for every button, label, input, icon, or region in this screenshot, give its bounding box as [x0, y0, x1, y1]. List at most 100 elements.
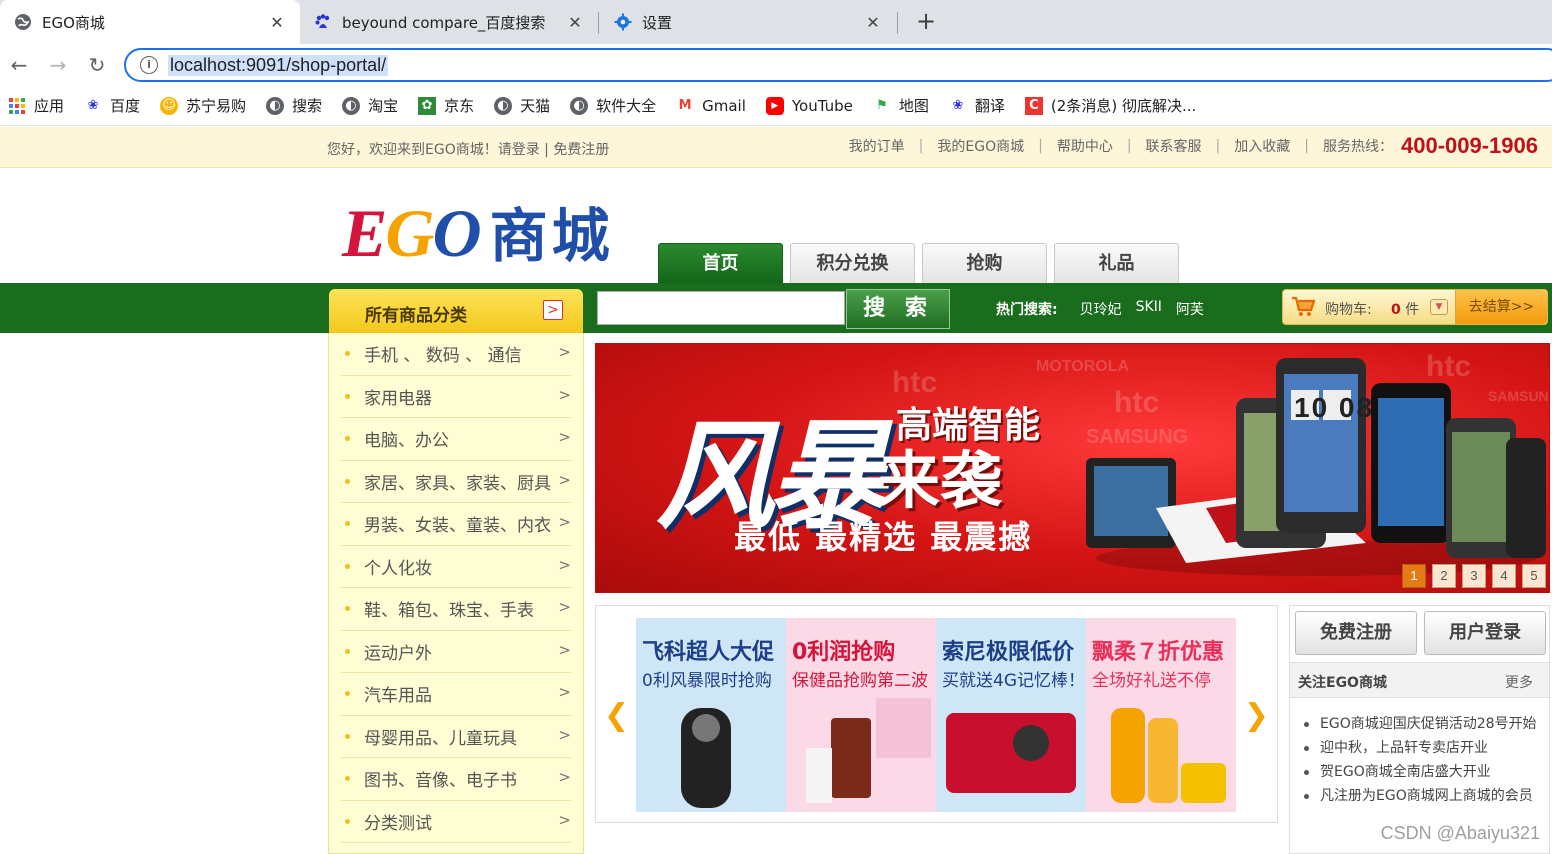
- category-item[interactable]: 母婴用品、儿童玩具 >: [341, 716, 571, 758]
- site-logo[interactable]: EGO 商城: [342, 189, 614, 273]
- promo-card[interactable]: 索尼极限低价 买就送4G记忆棒！: [936, 618, 1086, 812]
- chevron-right-icon[interactable]: ❯: [1244, 698, 1269, 733]
- banner-page-button[interactable]: 3: [1462, 564, 1486, 588]
- news-more-link[interactable]: 更多: [1505, 672, 1533, 692]
- banner-page-button[interactable]: 2: [1432, 564, 1456, 588]
- category-item[interactable]: 汽车用品 >: [341, 673, 571, 716]
- globe-icon: ◐: [266, 96, 285, 115]
- tab-ego-mall[interactable]: EGO商城 ✕: [0, 0, 300, 44]
- shopping-cart[interactable]: 购物车: 0 件 ▼ 去结算>>: [1282, 289, 1548, 325]
- welcome-login-register[interactable]: 您好，欢迎来到EGO商城！请登录 | 免费注册: [327, 139, 609, 159]
- news-item[interactable]: 贺EGO商城全南店盛大开业: [1302, 760, 1542, 784]
- bookmark-label: YouTube: [791, 96, 853, 115]
- bookmark-jd[interactable]: ✿ 京东: [418, 95, 474, 116]
- category-item[interactable]: 运动户外 >: [341, 631, 571, 673]
- news-item[interactable]: EGO商城迎国庆促销活动28号开始: [1302, 712, 1542, 736]
- address-bar[interactable]: i localhost:9091/shop-portal/: [124, 48, 1552, 82]
- tab-flash-sale[interactable]: 抢购: [922, 243, 1047, 283]
- bullet-dot-icon: [345, 606, 350, 612]
- promo-subtitle: 0利风暴限时抢购: [642, 671, 772, 691]
- bookmark-gmail[interactable]: M Gmail: [676, 97, 746, 115]
- category-label: 个人化妆: [364, 558, 432, 579]
- back-arrow-icon[interactable]: ←: [6, 52, 32, 78]
- bullet-dot-icon: [345, 351, 350, 357]
- category-item[interactable]: 家用电器 >: [341, 376, 571, 418]
- promo-card[interactable]: 飘柔７折优惠 全场好礼送不停: [1086, 618, 1236, 812]
- category-item[interactable]: 手机 、 数码 、 通信 >: [341, 333, 571, 376]
- bookmark-baidu[interactable]: ❀ 百度: [84, 95, 140, 116]
- category-item[interactable]: 电脑、办公 >: [341, 418, 571, 461]
- category-item[interactable]: 图书、音像、电子书 >: [341, 758, 571, 801]
- promo-card[interactable]: 0利润抢购 保健品抢购第二波: [786, 618, 936, 812]
- bookmark-tmall[interactable]: ◐ 天猫: [494, 95, 550, 116]
- tab-baidu-search[interactable]: beyound compare_百度搜索 ✕: [300, 0, 598, 44]
- hero-banner[interactable]: htc MOTOROLA htc SAMSUNG htc SAMSUNG 风暴 …: [595, 343, 1550, 593]
- forward-arrow-icon[interactable]: →: [45, 52, 71, 78]
- banner-brand-text: htc: [892, 366, 937, 399]
- bookmark-suning[interactable]: ☺ 苏宁易购: [160, 95, 246, 116]
- banner-page-button[interactable]: 5: [1522, 564, 1546, 588]
- link-my-orders[interactable]: 我的订单: [849, 136, 905, 156]
- chevron-right-icon: >: [558, 513, 571, 531]
- baidu-paw-icon: ❀: [952, 98, 964, 113]
- all-categories-header[interactable]: 所有商品分类 >: [329, 289, 583, 333]
- divider: |: [1215, 138, 1221, 154]
- hot-search-item[interactable]: 阿芙: [1176, 299, 1204, 319]
- baidu-paw-icon: ❀: [87, 98, 99, 113]
- youtube-icon: ▶: [765, 96, 784, 115]
- login-button[interactable]: 用户登录: [1424, 611, 1546, 655]
- hotline-number: 400-009-1906: [1400, 133, 1538, 158]
- chevron-down-icon[interactable]: ▼: [1430, 299, 1448, 315]
- chevron-right-icon[interactable]: >: [543, 300, 563, 320]
- category-label: 电脑、办公: [364, 431, 449, 452]
- category-item[interactable]: 家居、家具、家装、厨具 >: [341, 461, 571, 503]
- bookmark-label: 地图: [898, 97, 929, 115]
- bookmark-taobao[interactable]: ◐ 淘宝: [342, 95, 398, 116]
- link-add-favorite[interactable]: 加入收藏: [1234, 136, 1290, 156]
- news-item[interactable]: 凡注册为EGO商城网上商城的会员: [1302, 784, 1542, 808]
- banner-page-button[interactable]: 4: [1492, 564, 1516, 588]
- bookmark-maps[interactable]: ⚑ 地图: [873, 95, 929, 116]
- hot-search-item[interactable]: SKII: [1136, 299, 1162, 319]
- bookmark-software[interactable]: ◐ 软件大全: [570, 95, 656, 116]
- new-tab-plus-icon[interactable]: +: [912, 6, 940, 38]
- tab-home[interactable]: 首页: [658, 243, 783, 283]
- link-my-ego[interactable]: 我的EGO商城: [937, 136, 1024, 156]
- bookmark-apps[interactable]: 应用: [8, 95, 64, 116]
- register-button[interactable]: 免费注册: [1295, 611, 1417, 655]
- info-icon[interactable]: i: [140, 56, 158, 74]
- category-item[interactable]: 鞋、箱包、珠宝、手表 >: [341, 588, 571, 631]
- reload-icon[interactable]: ↻: [84, 52, 110, 78]
- category-item[interactable]: 男装、女装、童装、内衣 >: [341, 503, 571, 546]
- cart-count-value: 0: [1391, 302, 1401, 318]
- hot-search-item[interactable]: 贝玲妃: [1080, 299, 1122, 319]
- bookmark-search[interactable]: ◐ 搜索: [266, 95, 322, 116]
- link-help-center[interactable]: 帮助中心: [1057, 136, 1113, 156]
- search-input[interactable]: [597, 291, 845, 325]
- close-icon[interactable]: ✕: [864, 13, 882, 32]
- category-item[interactable]: 分类测试 >: [341, 801, 571, 843]
- bookmark-youtube[interactable]: ▶ YouTube: [765, 96, 853, 115]
- news-item[interactable]: 迎中秋，上品轩专卖店开业: [1302, 736, 1542, 760]
- jd-icon: ✿: [418, 96, 437, 115]
- link-contact-service[interactable]: 联系客服: [1146, 136, 1202, 156]
- bookmark-csdn[interactable]: C (2条消息) 彻底解决...: [1024, 95, 1196, 116]
- bullet-dot-icon: [345, 521, 350, 527]
- checkout-button[interactable]: 去结算>>: [1455, 290, 1547, 324]
- tab-points-exchange[interactable]: 积分兑换: [790, 243, 915, 283]
- bookmark-label: 京东: [444, 97, 475, 115]
- bookmark-translate[interactable]: ❀ 翻译: [949, 95, 1004, 116]
- tab-settings[interactable]: 设置 ✕: [600, 0, 896, 44]
- bullet-dot-icon: [345, 393, 350, 399]
- close-icon[interactable]: ✕: [268, 13, 286, 32]
- baidu-paw-icon: [314, 13, 332, 31]
- banner-page-button[interactable]: 1: [1402, 564, 1426, 588]
- banner-phone-time: 10 08: [1294, 392, 1375, 423]
- promo-card[interactable]: 飞科超人大促 0利风暴限时抢购: [636, 618, 786, 812]
- tab-gifts[interactable]: 礼品: [1054, 243, 1179, 283]
- category-item[interactable]: 个人化妆 >: [341, 546, 571, 588]
- chevron-left-icon[interactable]: ❮: [604, 698, 629, 733]
- url-text[interactable]: localhost:9091/shop-portal/: [168, 54, 389, 76]
- close-icon[interactable]: ✕: [566, 13, 584, 32]
- search-button[interactable]: 搜 索: [846, 289, 950, 329]
